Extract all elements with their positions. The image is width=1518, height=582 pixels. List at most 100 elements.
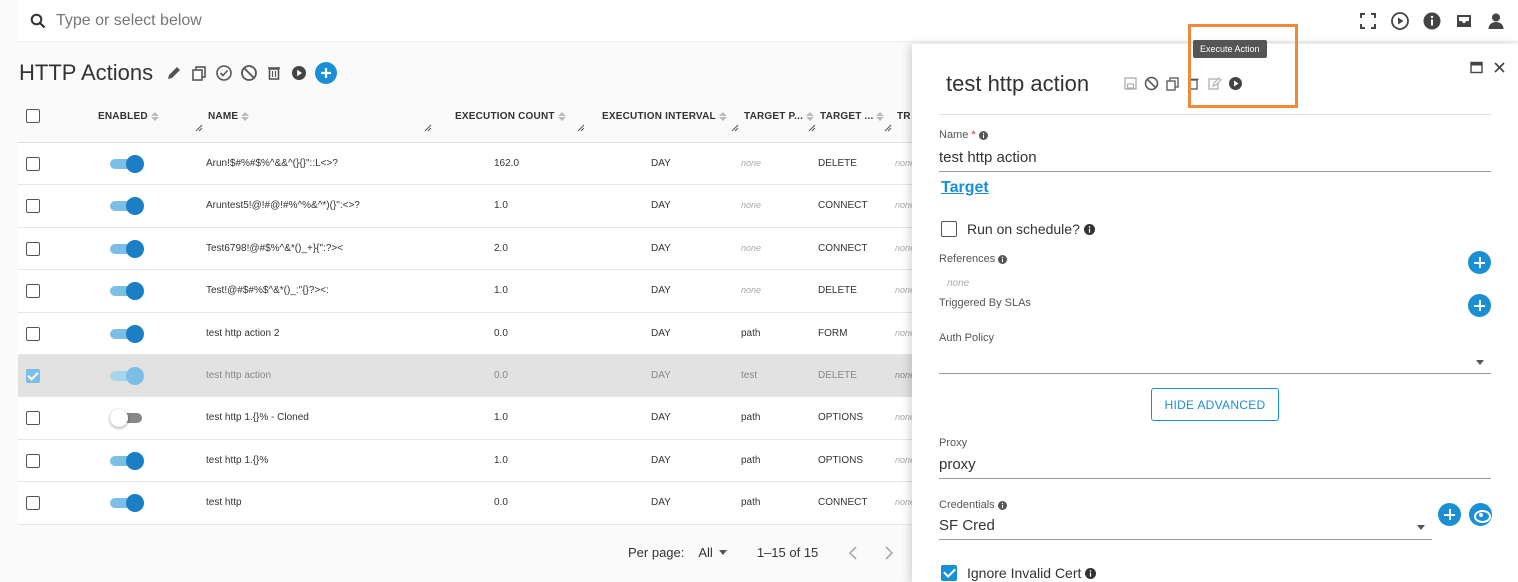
- cell-interval: DAY: [651, 327, 671, 339]
- table-row[interactable]: Test!@#$#%$^&*()_:"{}?><: 1.0 DAY none DELET…: [18, 270, 918, 313]
- save-icon[interactable]: [1123, 76, 1138, 91]
- column-target-path[interactable]: TARGET P...: [744, 111, 815, 122]
- enabled-toggle[interactable]: [110, 409, 144, 428]
- enabled-toggle[interactable]: [110, 366, 144, 385]
- enabled-toggle[interactable]: [110, 494, 144, 513]
- table-row[interactable]: test http action 2 0.0 DAY path FORM none: [18, 312, 918, 355]
- column-execution-count[interactable]: EXECUTION COUNT: [455, 111, 566, 122]
- enabled-toggle[interactable]: [110, 282, 144, 301]
- chevron-down-icon: [1476, 360, 1484, 365]
- sort-icon: [876, 112, 885, 121]
- enabled-toggle[interactable]: [110, 197, 144, 216]
- column-execution-interval[interactable]: EXECUTION INTERVAL: [602, 111, 727, 122]
- resize-handle-icon[interactable]: [195, 124, 203, 132]
- column-target-method[interactable]: TARGET ...: [820, 111, 885, 122]
- cell-target-method: DELETE: [818, 369, 857, 381]
- enabled-toggle[interactable]: [110, 451, 144, 470]
- sort-icon: [718, 112, 727, 121]
- add-credential-button[interactable]: [1438, 503, 1461, 526]
- cell-count: 1.0: [494, 412, 508, 424]
- add-button[interactable]: [315, 62, 337, 84]
- row-checkbox[interactable]: [26, 453, 40, 468]
- info-icon[interactable]: [1422, 11, 1442, 31]
- resize-handle-icon[interactable]: [424, 124, 432, 132]
- credentials-select[interactable]: SF Cred: [939, 514, 1432, 540]
- row-checkbox[interactable]: [26, 157, 40, 171]
- close-icon[interactable]: [1493, 61, 1506, 74]
- add-sla-button[interactable]: [1468, 294, 1491, 317]
- disable-icon[interactable]: [240, 64, 258, 82]
- row-checkbox[interactable]: [26, 199, 40, 214]
- cell-count: 0.0: [494, 327, 508, 339]
- view-credential-button[interactable]: [1469, 503, 1492, 526]
- execute-icon[interactable]: [290, 64, 308, 82]
- row-checkbox[interactable]: [26, 368, 40, 383]
- column-name[interactable]: NAME: [208, 111, 250, 122]
- edit-icon[interactable]: [165, 64, 183, 82]
- chevron-left-icon[interactable]: [848, 545, 858, 560]
- cell-interval: DAY: [651, 497, 671, 509]
- search-input[interactable]: [56, 8, 656, 34]
- per-page-label: Per page:: [628, 545, 685, 560]
- maximize-icon[interactable]: [1470, 61, 1483, 74]
- run-on-schedule-checkbox[interactable]: [941, 221, 957, 237]
- hide-advanced-button[interactable]: HIDE ADVANCED: [1151, 388, 1279, 421]
- resize-handle-icon[interactable]: [731, 124, 739, 132]
- table-row[interactable]: test http 1.{}% - Cloned 1.0 DAY path OPTION…: [18, 397, 918, 440]
- resize-handle-icon[interactable]: [577, 124, 585, 132]
- title-actions: [165, 62, 337, 84]
- table-row[interactable]: Aruntest5!@!#@!#%^%&^*)(}":<>? 1.0 DAY none…: [18, 185, 918, 228]
- ignore-invalid-cert-checkbox[interactable]: [941, 565, 957, 581]
- pagination: Per page: All 1–15 of 15: [628, 545, 894, 560]
- panel-divider: [939, 114, 1491, 115]
- enabled-toggle[interactable]: [110, 324, 144, 343]
- chevron-down-icon: [1417, 525, 1425, 530]
- sort-icon: [241, 112, 250, 121]
- chevron-right-icon[interactable]: [884, 545, 894, 560]
- play-circle-icon[interactable]: [1390, 11, 1410, 31]
- info-icon: [997, 500, 1007, 510]
- resize-handle-icon[interactable]: [808, 124, 816, 132]
- name-field[interactable]: test http action: [939, 146, 1491, 172]
- cell-target-method: OPTIONS: [818, 412, 864, 424]
- row-checkbox[interactable]: [26, 326, 40, 341]
- table-row[interactable]: test http 0.0 DAY path CONNECT none: [18, 482, 918, 525]
- row-checkbox[interactable]: [26, 241, 40, 256]
- row-checkbox[interactable]: [26, 411, 40, 426]
- page-title: HTTP Actions: [19, 60, 154, 85]
- table-row[interactable]: Arun!$#%#$%^&&^(}{}"::L<>? 162.0 DAY none DE…: [18, 143, 918, 186]
- table-row[interactable]: test http 1.{}% 1.0 DAY path OPTIONS none: [18, 439, 918, 483]
- cell-name: Test!@#$#%$^&*()_:"{}?><:: [206, 285, 329, 297]
- copy-icon[interactable]: [1165, 76, 1180, 91]
- disable-icon[interactable]: [1144, 76, 1159, 91]
- add-reference-button[interactable]: [1468, 251, 1491, 274]
- table-row[interactable]: test http action 0.0 DAY test DELETE none: [18, 354, 918, 398]
- auth-policy-select[interactable]: [939, 348, 1491, 374]
- table-row[interactable]: Test6798!@#$%^&*()_+}{":?>< 2.0 DAY none CON…: [18, 227, 918, 271]
- enabled-toggle[interactable]: [110, 239, 144, 258]
- cell-interval: DAY: [651, 369, 671, 381]
- row-checkbox[interactable]: [26, 284, 40, 299]
- top-toolbar: [1358, 11, 1506, 31]
- copy-icon[interactable]: [190, 64, 208, 82]
- column-enabled[interactable]: ENABLED: [98, 111, 159, 122]
- check-circle-icon[interactable]: [215, 64, 233, 82]
- http-actions-table: ENABLED NAME EXECUTION COUNT EXECUTION I…: [18, 96, 918, 525]
- fullscreen-icon[interactable]: [1358, 11, 1378, 31]
- user-icon[interactable]: [1486, 11, 1506, 31]
- target-link[interactable]: Target: [941, 179, 989, 197]
- row-checkbox[interactable]: [26, 496, 40, 511]
- per-page-select[interactable]: All: [698, 545, 727, 560]
- proxy-field[interactable]: proxy: [939, 453, 1491, 479]
- proxy-label: Proxy: [939, 437, 968, 449]
- cell-name: test http: [206, 497, 242, 509]
- cell-target-path: path: [741, 327, 761, 339]
- column-tr[interactable]: TR: [897, 111, 911, 122]
- cell-target-path: test: [741, 369, 758, 381]
- trash-icon[interactable]: [265, 64, 283, 82]
- select-all-checkbox[interactable]: [26, 109, 40, 123]
- enabled-toggle[interactable]: [110, 155, 144, 173]
- resize-handle-icon[interactable]: [884, 124, 892, 132]
- inbox-icon[interactable]: [1454, 11, 1474, 31]
- cell-target-path: path: [741, 497, 761, 509]
